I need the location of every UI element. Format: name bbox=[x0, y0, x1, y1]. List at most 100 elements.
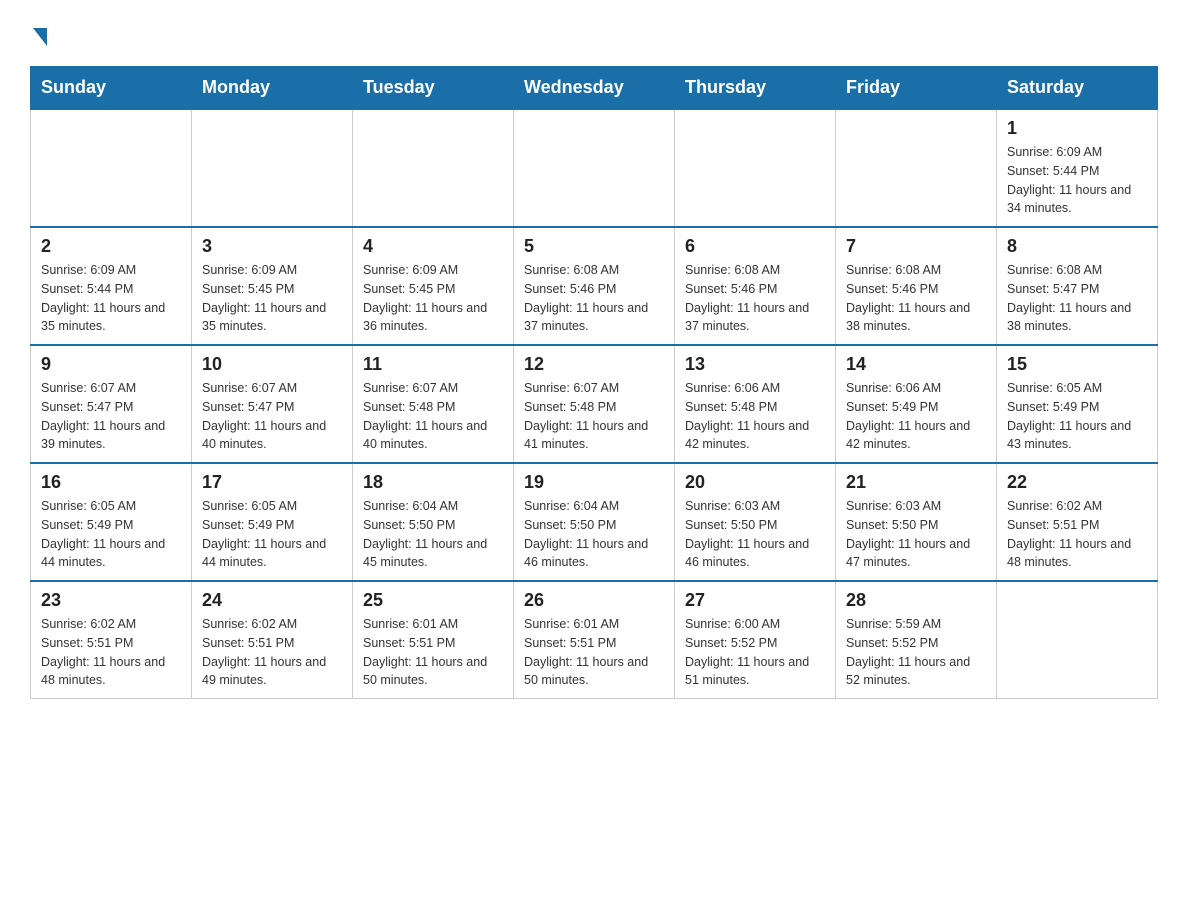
calendar-cell bbox=[997, 581, 1158, 699]
calendar-cell: 24 Sunrise: 6:02 AM Sunset: 5:51 PM Dayli… bbox=[192, 581, 353, 699]
calendar-header-tuesday: Tuesday bbox=[353, 67, 514, 110]
day-info: Sunrise: 6:00 AM Sunset: 5:52 PM Dayligh… bbox=[685, 615, 825, 690]
day-info: Sunrise: 6:06 AM Sunset: 5:49 PM Dayligh… bbox=[846, 379, 986, 454]
calendar-cell: 23 Sunrise: 6:02 AM Sunset: 5:51 PM Dayli… bbox=[31, 581, 192, 699]
day-number: 4 bbox=[363, 236, 503, 257]
day-info: Sunrise: 6:08 AM Sunset: 5:47 PM Dayligh… bbox=[1007, 261, 1147, 336]
day-info: Sunrise: 6:08 AM Sunset: 5:46 PM Dayligh… bbox=[685, 261, 825, 336]
day-info: Sunrise: 6:04 AM Sunset: 5:50 PM Dayligh… bbox=[524, 497, 664, 572]
calendar-cell bbox=[31, 109, 192, 227]
calendar-header-sunday: Sunday bbox=[31, 67, 192, 110]
calendar-cell: 28 Sunrise: 5:59 AM Sunset: 5:52 PM Dayli… bbox=[836, 581, 997, 699]
day-number: 15 bbox=[1007, 354, 1147, 375]
calendar-cell: 25 Sunrise: 6:01 AM Sunset: 5:51 PM Dayli… bbox=[353, 581, 514, 699]
day-number: 11 bbox=[363, 354, 503, 375]
calendar-cell: 2 Sunrise: 6:09 AM Sunset: 5:44 PM Daylig… bbox=[31, 227, 192, 345]
day-number: 18 bbox=[363, 472, 503, 493]
day-info: Sunrise: 6:04 AM Sunset: 5:50 PM Dayligh… bbox=[363, 497, 503, 572]
day-number: 28 bbox=[846, 590, 986, 611]
day-number: 23 bbox=[41, 590, 181, 611]
day-number: 5 bbox=[524, 236, 664, 257]
day-info: Sunrise: 6:01 AM Sunset: 5:51 PM Dayligh… bbox=[363, 615, 503, 690]
day-info: Sunrise: 6:07 AM Sunset: 5:47 PM Dayligh… bbox=[202, 379, 342, 454]
calendar-cell: 9 Sunrise: 6:07 AM Sunset: 5:47 PM Daylig… bbox=[31, 345, 192, 463]
day-number: 22 bbox=[1007, 472, 1147, 493]
calendar-cell: 1 Sunrise: 6:09 AM Sunset: 5:44 PM Daylig… bbox=[997, 109, 1158, 227]
calendar-cell bbox=[192, 109, 353, 227]
day-info: Sunrise: 6:09 AM Sunset: 5:45 PM Dayligh… bbox=[363, 261, 503, 336]
day-number: 20 bbox=[685, 472, 825, 493]
day-info: Sunrise: 6:02 AM Sunset: 5:51 PM Dayligh… bbox=[202, 615, 342, 690]
day-info: Sunrise: 5:59 AM Sunset: 5:52 PM Dayligh… bbox=[846, 615, 986, 690]
day-number: 12 bbox=[524, 354, 664, 375]
day-info: Sunrise: 6:03 AM Sunset: 5:50 PM Dayligh… bbox=[846, 497, 986, 572]
day-info: Sunrise: 6:07 AM Sunset: 5:48 PM Dayligh… bbox=[524, 379, 664, 454]
day-info: Sunrise: 6:05 AM Sunset: 5:49 PM Dayligh… bbox=[41, 497, 181, 572]
day-info: Sunrise: 6:01 AM Sunset: 5:51 PM Dayligh… bbox=[524, 615, 664, 690]
day-info: Sunrise: 6:03 AM Sunset: 5:50 PM Dayligh… bbox=[685, 497, 825, 572]
day-info: Sunrise: 6:02 AM Sunset: 5:51 PM Dayligh… bbox=[41, 615, 181, 690]
calendar-cell: 3Sunrise: 6:09 AM Sunset: 5:45 PM Daylig… bbox=[192, 227, 353, 345]
day-number: 2 bbox=[41, 236, 181, 257]
calendar-cell: 6 Sunrise: 6:08 AM Sunset: 5:46 PM Daylig… bbox=[675, 227, 836, 345]
logo bbox=[30, 20, 47, 46]
day-info: Sunrise: 6:06 AM Sunset: 5:48 PM Dayligh… bbox=[685, 379, 825, 454]
calendar-table: SundayMondayTuesdayWednesdayThursdayFrid… bbox=[30, 66, 1158, 699]
day-number: 3 bbox=[202, 236, 342, 257]
day-number: 26 bbox=[524, 590, 664, 611]
day-number: 17 bbox=[202, 472, 342, 493]
day-info: Sunrise: 6:02 AM Sunset: 5:51 PM Dayligh… bbox=[1007, 497, 1147, 572]
calendar-cell bbox=[514, 109, 675, 227]
day-number: 10 bbox=[202, 354, 342, 375]
calendar-cell: 7 Sunrise: 6:08 AM Sunset: 5:46 PM Daylig… bbox=[836, 227, 997, 345]
day-number: 7 bbox=[846, 236, 986, 257]
day-number: 1 bbox=[1007, 118, 1147, 139]
calendar-cell: 27 Sunrise: 6:00 AM Sunset: 5:52 PM Dayli… bbox=[675, 581, 836, 699]
calendar-cell bbox=[675, 109, 836, 227]
calendar-header-saturday: Saturday bbox=[997, 67, 1158, 110]
calendar-cell: 14 Sunrise: 6:06 AM Sunset: 5:49 PM Dayli… bbox=[836, 345, 997, 463]
day-info: Sunrise: 6:07 AM Sunset: 5:47 PM Dayligh… bbox=[41, 379, 181, 454]
calendar-cell: 15Sunrise: 6:05 AM Sunset: 5:49 PM Dayli… bbox=[997, 345, 1158, 463]
calendar-cell: 18 Sunrise: 6:04 AM Sunset: 5:50 PM Dayli… bbox=[353, 463, 514, 581]
day-number: 19 bbox=[524, 472, 664, 493]
calendar-cell: 5 Sunrise: 6:08 AM Sunset: 5:46 PM Daylig… bbox=[514, 227, 675, 345]
day-number: 8 bbox=[1007, 236, 1147, 257]
calendar-week-row: 23 Sunrise: 6:02 AM Sunset: 5:51 PM Dayli… bbox=[31, 581, 1158, 699]
calendar-week-row: 1 Sunrise: 6:09 AM Sunset: 5:44 PM Daylig… bbox=[31, 109, 1158, 227]
calendar-header-monday: Monday bbox=[192, 67, 353, 110]
calendar-header-row: SundayMondayTuesdayWednesdayThursdayFrid… bbox=[31, 67, 1158, 110]
calendar-cell: 22 Sunrise: 6:02 AM Sunset: 5:51 PM Dayli… bbox=[997, 463, 1158, 581]
day-info: Sunrise: 6:09 AM Sunset: 5:44 PM Dayligh… bbox=[1007, 143, 1147, 218]
calendar-cell: 11 Sunrise: 6:07 AM Sunset: 5:48 PM Dayli… bbox=[353, 345, 514, 463]
calendar-cell: 13Sunrise: 6:06 AM Sunset: 5:48 PM Dayli… bbox=[675, 345, 836, 463]
calendar-cell: 10 Sunrise: 6:07 AM Sunset: 5:47 PM Dayli… bbox=[192, 345, 353, 463]
calendar-cell: 8 Sunrise: 6:08 AM Sunset: 5:47 PM Daylig… bbox=[997, 227, 1158, 345]
day-info: Sunrise: 6:08 AM Sunset: 5:46 PM Dayligh… bbox=[524, 261, 664, 336]
day-number: 21 bbox=[846, 472, 986, 493]
calendar-cell: 4 Sunrise: 6:09 AM Sunset: 5:45 PM Daylig… bbox=[353, 227, 514, 345]
page-header bbox=[30, 20, 1158, 46]
day-number: 27 bbox=[685, 590, 825, 611]
calendar-cell: 12 Sunrise: 6:07 AM Sunset: 5:48 PM Dayli… bbox=[514, 345, 675, 463]
day-number: 9 bbox=[41, 354, 181, 375]
calendar-cell: 16 Sunrise: 6:05 AM Sunset: 5:49 PM Dayli… bbox=[31, 463, 192, 581]
day-number: 14 bbox=[846, 354, 986, 375]
calendar-week-row: 9 Sunrise: 6:07 AM Sunset: 5:47 PM Daylig… bbox=[31, 345, 1158, 463]
day-number: 24 bbox=[202, 590, 342, 611]
day-number: 6 bbox=[685, 236, 825, 257]
calendar-cell bbox=[836, 109, 997, 227]
calendar-week-row: 2 Sunrise: 6:09 AM Sunset: 5:44 PM Daylig… bbox=[31, 227, 1158, 345]
calendar-header-wednesday: Wednesday bbox=[514, 67, 675, 110]
day-number: 25 bbox=[363, 590, 503, 611]
calendar-cell: 26 Sunrise: 6:01 AM Sunset: 5:51 PM Dayli… bbox=[514, 581, 675, 699]
calendar-cell: 17 Sunrise: 6:05 AM Sunset: 5:49 PM Dayli… bbox=[192, 463, 353, 581]
day-number: 16 bbox=[41, 472, 181, 493]
calendar-cell: 21 Sunrise: 6:03 AM Sunset: 5:50 PM Dayli… bbox=[836, 463, 997, 581]
day-info: Sunrise: 6:05 AM Sunset: 5:49 PM Dayligh… bbox=[202, 497, 342, 572]
calendar-header-thursday: Thursday bbox=[675, 67, 836, 110]
calendar-cell: 19 Sunrise: 6:04 AM Sunset: 5:50 PM Dayli… bbox=[514, 463, 675, 581]
day-info: Sunrise: 6:07 AM Sunset: 5:48 PM Dayligh… bbox=[363, 379, 503, 454]
day-info: Sunrise: 6:08 AM Sunset: 5:46 PM Dayligh… bbox=[846, 261, 986, 336]
day-info: Sunrise: 6:09 AM Sunset: 5:44 PM Dayligh… bbox=[41, 261, 181, 336]
